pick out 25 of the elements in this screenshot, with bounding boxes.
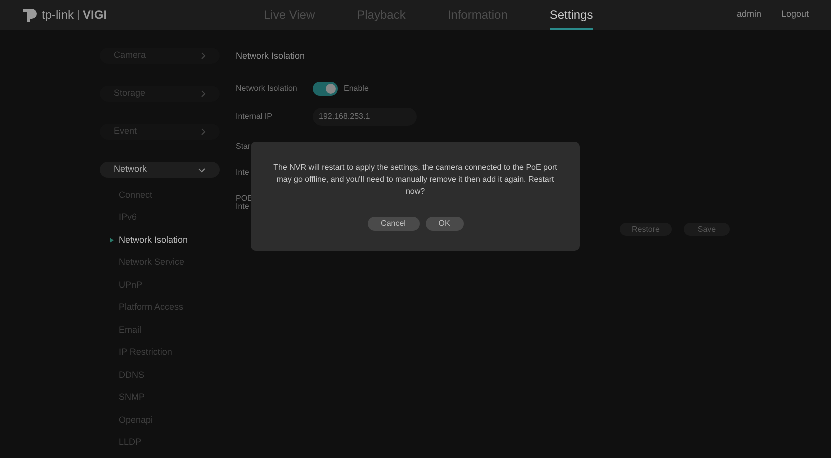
chevron-down-icon bbox=[198, 168, 206, 172]
dialog-message: The NVR will restart to apply the settings, the camera connected to the PoE port may go offline, and you'll need to manually remove it then add it again. Restart now? bbox=[272, 162, 558, 198]
chevron-right-icon bbox=[201, 90, 206, 98]
field-label: Star bbox=[236, 143, 252, 151]
brand-name: tp-link bbox=[42, 7, 74, 24]
field-label: Network Isolation bbox=[236, 83, 298, 95]
save-button[interactable]: Save bbox=[684, 223, 730, 236]
ip-field[interactable]: 192.168.253.1 bbox=[313, 108, 417, 126]
chevron-right-icon bbox=[201, 128, 206, 136]
toggle-switch[interactable] bbox=[313, 82, 338, 96]
field-label: Inte bbox=[236, 169, 250, 177]
ok-button[interactable]: OK bbox=[426, 217, 464, 231]
cancel-button[interactable]: Cancel bbox=[368, 217, 420, 231]
logout-link[interactable]: Logout bbox=[781, 8, 809, 22]
product-name: VIGI bbox=[83, 7, 108, 24]
user-name: admin bbox=[736, 8, 762, 22]
logo-icon bbox=[22, 7, 38, 23]
menu-group[interactable]: Network bbox=[100, 162, 220, 178]
chevron-right-icon bbox=[201, 52, 206, 60]
restore-button[interactable]: Restore bbox=[620, 223, 672, 236]
section-title: Network Isolation bbox=[236, 50, 306, 62]
field-label: Internal IP bbox=[236, 111, 274, 123]
nav-tab[interactable]: Settings bbox=[550, 0, 594, 30]
submenu-item[interactable]: Network Isolation bbox=[119, 234, 188, 247]
toggle-label: Enable bbox=[344, 83, 369, 95]
